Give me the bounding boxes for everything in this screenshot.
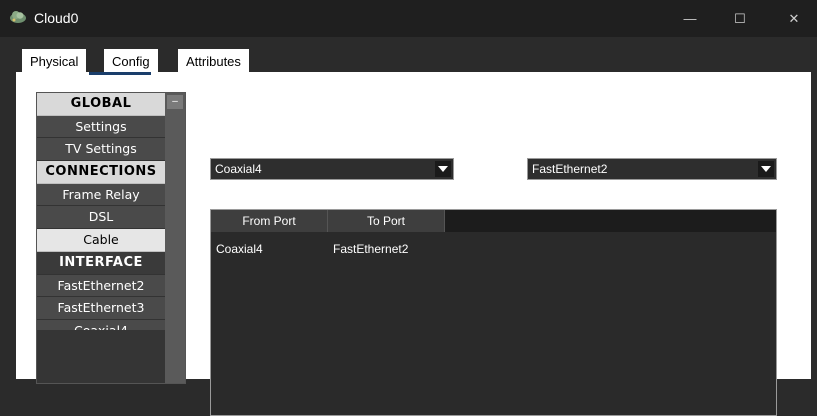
title-bar: Cloud0 — ☐ ✕ (0, 0, 817, 37)
maximize-button[interactable]: ☐ (717, 0, 763, 37)
sidebar-scrollbar[interactable]: – (165, 93, 185, 383)
from-port-select-value: Coaxial4 (215, 162, 262, 176)
sidebar-item-settings[interactable]: Settings (37, 115, 165, 139)
sidebar-header-connections: CONNECTIONS (37, 161, 165, 184)
column-header-from-port[interactable]: From Port (211, 210, 328, 232)
chevron-down-icon[interactable] (758, 161, 774, 177)
table-header: From Port To Port (211, 210, 776, 232)
window-title: Cloud0 (34, 10, 79, 26)
to-port-select[interactable]: FastEthernet2 (527, 158, 777, 180)
scroll-up-button[interactable]: – (167, 95, 183, 109)
sidebar-item-dsl[interactable]: DSL (37, 206, 165, 230)
column-header-to-port[interactable]: To Port (328, 210, 445, 232)
sidebar-item-tv-settings[interactable]: TV Settings (37, 138, 165, 162)
active-tab-indicator (89, 72, 151, 75)
sidebar-list: GLOBAL Settings TV Settings CONNECTIONS … (37, 93, 165, 343)
to-port-select-value: FastEthernet2 (532, 162, 608, 176)
minimize-button[interactable]: — (667, 0, 713, 37)
sidebar-empty-area (37, 330, 165, 383)
window-body: Physical Config Attributes GLOBAL Settin… (4, 37, 813, 416)
port-link-table: From Port To Port Coaxial4 FastEthernet2 (210, 209, 777, 416)
close-button[interactable]: ✕ (771, 0, 817, 37)
sidebar-item-frame-relay[interactable]: Frame Relay (37, 183, 165, 207)
sidebar-header-global: GLOBAL (37, 93, 165, 116)
from-port-select[interactable]: Coaxial4 (210, 158, 454, 180)
sidebar-item-cable[interactable]: Cable (37, 229, 165, 252)
sidebar-item-fastethernet2[interactable]: FastEthernet2 (37, 274, 165, 298)
chevron-down-icon[interactable] (435, 161, 451, 177)
table-cell-to-port: FastEthernet2 (333, 242, 409, 256)
sidebar: GLOBAL Settings TV Settings CONNECTIONS … (36, 92, 186, 384)
cloud-icon (9, 9, 27, 25)
table-cell-from-port: Coaxial4 (216, 242, 263, 256)
config-panel: GLOBAL Settings TV Settings CONNECTIONS … (16, 72, 811, 416)
sidebar-item-fastethernet3[interactable]: FastEthernet3 (37, 297, 165, 320)
sidebar-header-interface: INTERFACE (37, 251, 165, 275)
